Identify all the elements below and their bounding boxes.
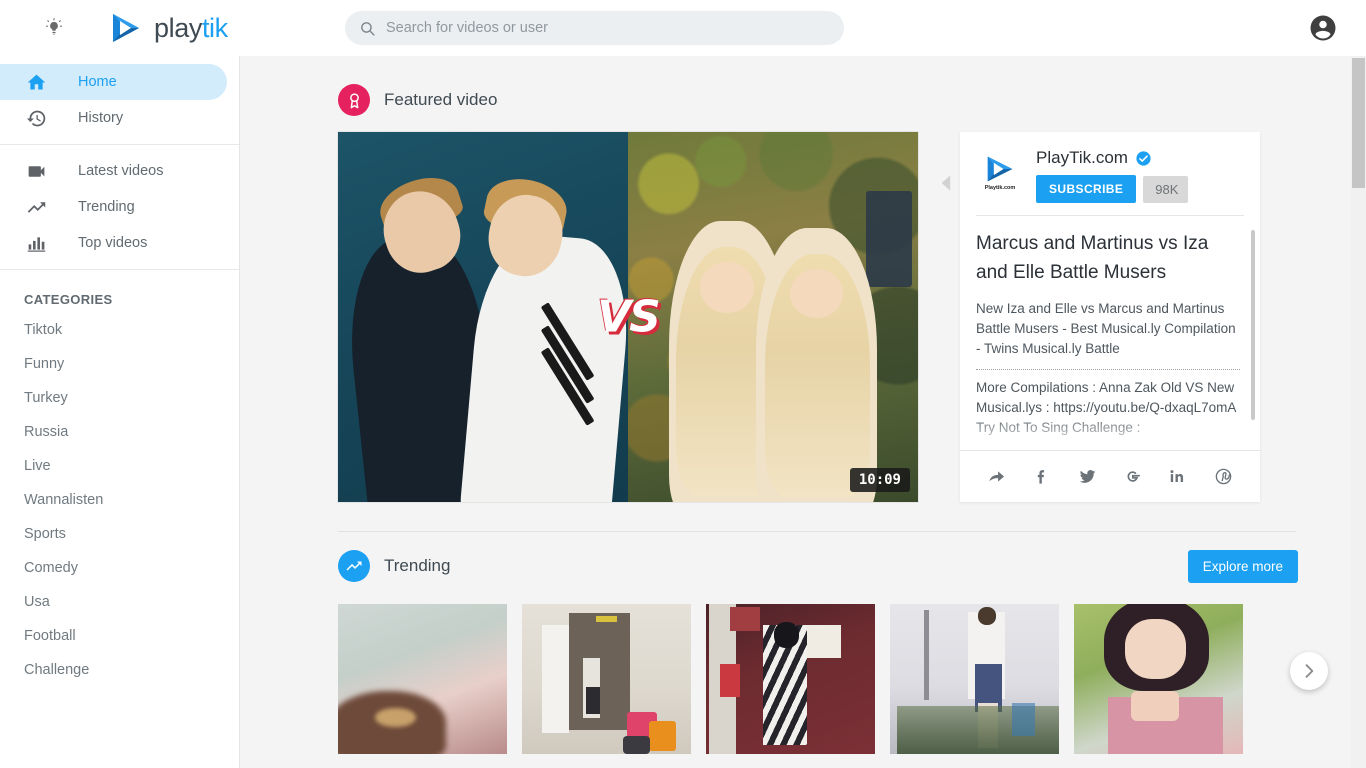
- sidebar-item-trending[interactable]: Trending: [0, 189, 227, 225]
- twitter-icon[interactable]: [1074, 464, 1100, 490]
- playtik-logo-icon: [106, 8, 146, 48]
- subscribe-button[interactable]: SUBSCRIBE: [1036, 175, 1136, 203]
- featured-info-card: Playtik.com PlayTik.com SUBSCRIBE: [960, 132, 1260, 502]
- linkedin-icon[interactable]: [1165, 464, 1191, 490]
- bar-chart-icon: [24, 231, 48, 255]
- chevron-right-icon[interactable]: [1290, 652, 1328, 690]
- sidebar-categories-group: CATEGORIES Tiktok Funny Turkey Russia Li…: [0, 269, 239, 695]
- sidebar-item-top-videos[interactable]: Top videos: [0, 225, 227, 261]
- channel-meta: PlayTik.com SUBSCRIBE 98K: [1036, 148, 1244, 203]
- home-icon: [24, 70, 48, 94]
- top-bar: playtik: [0, 0, 1366, 56]
- sidebar-item-latest-videos[interactable]: Latest videos: [0, 153, 227, 189]
- lightbulb-icon[interactable]: [30, 4, 78, 52]
- trending-up-icon: [338, 550, 370, 582]
- subscriber-count: 98K: [1143, 176, 1188, 203]
- trending-card-4[interactable]: [890, 604, 1059, 754]
- sidebar-category-russia[interactable]: Russia: [0, 415, 239, 449]
- share-row: [960, 450, 1260, 502]
- trending-card-1[interactable]: [338, 604, 507, 754]
- video-duration-badge: 10:09: [850, 468, 910, 492]
- featured-row: VS 10:09 Playtik.com: [240, 116, 1366, 502]
- sidebar-item-home[interactable]: Home: [0, 64, 227, 100]
- trending-card-3[interactable]: [706, 604, 875, 754]
- brand-text-play: play: [154, 13, 202, 43]
- chevron-left-icon[interactable]: [934, 170, 960, 196]
- trending-card-5[interactable]: [1074, 604, 1243, 754]
- main-content: Featured video VS 10:09: [240, 56, 1366, 768]
- sidebar-item-label-top: Top videos: [78, 235, 147, 251]
- channel-row: Playtik.com PlayTik.com SUBSCRIBE: [960, 132, 1260, 215]
- sidebar-primary-group: Home History: [0, 56, 239, 144]
- sidebar-item-label-latest: Latest videos: [78, 163, 163, 179]
- search-bar[interactable]: [345, 11, 844, 45]
- sidebar-category-wannalisten[interactable]: Wannalisten: [0, 483, 239, 517]
- videocam-icon: [24, 159, 48, 183]
- account-circle-icon[interactable]: [1308, 13, 1338, 43]
- sidebar-category-challenge[interactable]: Challenge: [0, 653, 239, 687]
- description-scrollbar[interactable]: [1251, 230, 1255, 420]
- channel-logo-caption: Playtik.com: [985, 185, 1016, 191]
- sidebar-item-label-trending: Trending: [78, 199, 135, 215]
- explore-more-button[interactable]: Explore more: [1188, 550, 1298, 583]
- sidebar: Home History Latest videos Trending: [0, 56, 240, 768]
- description-fade-overlay: [960, 414, 1260, 450]
- channel-logo-icon[interactable]: Playtik.com: [976, 148, 1024, 196]
- share-arrow-icon[interactable]: [984, 464, 1010, 490]
- sidebar-item-history[interactable]: History: [0, 100, 227, 136]
- award-ribbon-icon: [338, 84, 370, 116]
- trending-carousel: [240, 582, 1366, 754]
- featured-section-header: Featured video: [240, 56, 1366, 116]
- sidebar-secondary-group: Latest videos Trending Top videos: [0, 144, 239, 269]
- sidebar-category-turkey[interactable]: Turkey: [0, 381, 239, 415]
- pinterest-icon[interactable]: [1210, 464, 1236, 490]
- thumbnail-left-half: [338, 132, 628, 502]
- channel-name[interactable]: PlayTik.com: [1036, 148, 1128, 168]
- sidebar-category-sports[interactable]: Sports: [0, 517, 239, 551]
- search-icon: [359, 20, 376, 37]
- vs-label: VS: [597, 292, 659, 343]
- sidebar-category-funny[interactable]: Funny: [0, 347, 239, 381]
- search-input[interactable]: [386, 20, 830, 36]
- description-dotted-separator: [976, 369, 1240, 370]
- sidebar-item-label-history: History: [78, 110, 123, 126]
- google-plus-icon[interactable]: [1120, 464, 1146, 490]
- trending-up-icon: [24, 195, 48, 219]
- history-icon: [24, 106, 48, 130]
- trending-card-2[interactable]: [522, 604, 691, 754]
- featured-section-title: Featured video: [384, 90, 497, 110]
- video-details: Marcus and Martinus vs Iza and Elle Batt…: [960, 216, 1260, 450]
- brand-text-tik: tik: [202, 13, 228, 43]
- brand-text: playtik: [154, 13, 228, 44]
- facebook-icon[interactable]: [1029, 464, 1055, 490]
- trending-section-title: Trending: [384, 556, 450, 576]
- sidebar-category-football[interactable]: Football: [0, 619, 239, 653]
- brand-logo[interactable]: playtik: [106, 8, 228, 48]
- trending-section-header: Trending Explore more: [240, 532, 1366, 582]
- categories-heading: CATEGORIES: [0, 278, 239, 313]
- sidebar-category-live[interactable]: Live: [0, 449, 239, 483]
- verified-check-icon: [1135, 150, 1152, 167]
- video-description-part1: New Iza and Elle vs Marcus and Martinus …: [976, 299, 1240, 359]
- sidebar-category-usa[interactable]: Usa: [0, 585, 239, 619]
- sidebar-category-comedy[interactable]: Comedy: [0, 551, 239, 585]
- page-scrollbar-thumb[interactable]: [1352, 58, 1365, 188]
- sidebar-item-label-home: Home: [78, 74, 117, 90]
- featured-video-shell: VS 10:09: [338, 132, 918, 502]
- video-title[interactable]: Marcus and Martinus vs Iza and Elle Batt…: [976, 230, 1240, 287]
- featured-video-thumbnail[interactable]: VS 10:09: [338, 132, 918, 502]
- thumbnail-right-half: [628, 132, 918, 502]
- sidebar-category-tiktok[interactable]: Tiktok: [0, 313, 239, 347]
